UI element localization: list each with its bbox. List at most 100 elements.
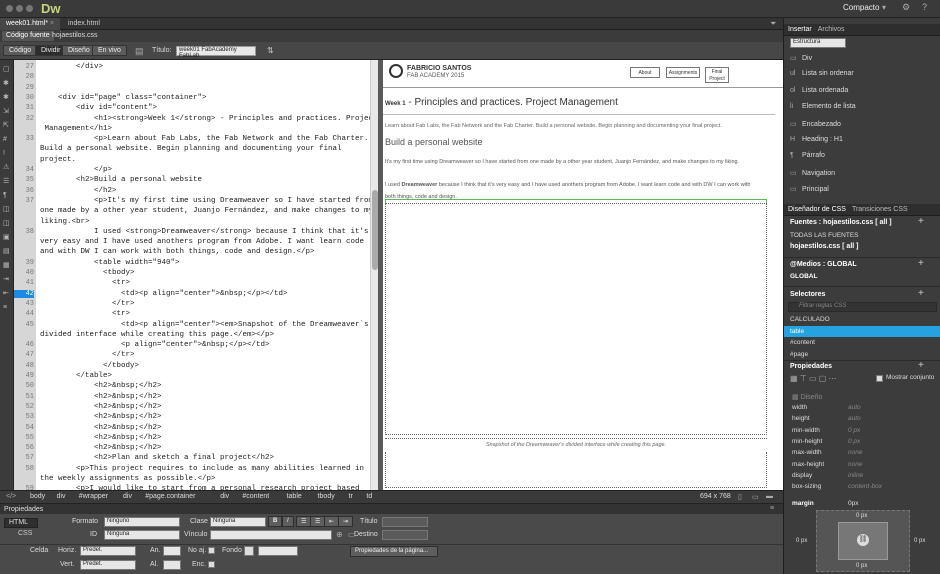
design-table-cell[interactable] — [385, 203, 767, 435]
page-icon[interactable]: ▤ — [135, 46, 144, 57]
expand-icon[interactable]: ✱ — [3, 94, 11, 102]
open-documents-icon[interactable]: ▢ — [3, 66, 11, 74]
css-property-value[interactable]: none — [848, 461, 862, 468]
close-window-button[interactable] — [6, 5, 13, 12]
insert-category-select[interactable]: Estructura — [790, 38, 846, 48]
margin-bottom-value[interactable]: 0 px — [856, 563, 867, 569]
code-editor[interactable]: </div> <div id="page" class="container">… — [36, 60, 370, 490]
add-property-icon[interactable]: + — [918, 360, 924, 371]
code-line[interactable]: </table> — [40, 372, 112, 380]
italic-button[interactable]: I — [282, 516, 294, 527]
minimize-window-button[interactable] — [16, 5, 23, 12]
code-line[interactable]: liking.<br> — [40, 218, 90, 226]
breadcrumb-item[interactable]: #content — [238, 493, 273, 502]
code-line[interactable]: <table width="940"> — [40, 259, 180, 267]
code-line[interactable]: and with DW I can work with both things,… — [40, 248, 315, 256]
filter-icon[interactable]: ⏷ — [770, 19, 776, 29]
live-view-button[interactable]: En vivo — [92, 45, 127, 56]
word-wrap-icon[interactable]: ☰ — [3, 178, 11, 186]
css-property-value[interactable]: content-box — [848, 483, 882, 490]
css-transitions-tab[interactable]: Transiciones CSS — [852, 206, 908, 213]
design-table-cell-2[interactable] — [385, 452, 767, 488]
layout-category-icon[interactable]: ▦ ⊤ ▭ ▢ ⋯ — [790, 374, 837, 383]
code-line[interactable]: project. — [40, 156, 76, 164]
desktop-size-icon[interactable]: ▬ — [766, 493, 773, 500]
breadcrumb-item[interactable]: tbody — [314, 493, 339, 502]
files-tab[interactable]: Archivos — [818, 26, 845, 33]
code-line[interactable]: </div> — [40, 63, 103, 71]
code-line[interactable]: <h2>&nbsp;</h2> — [40, 393, 162, 401]
nowrap-checkbox[interactable] — [208, 547, 215, 554]
zoom-window-button[interactable] — [26, 5, 33, 12]
indent-icon[interactable]: ⇥ — [3, 276, 11, 284]
breadcrumb-item[interactable]: #wrapper — [75, 493, 112, 502]
breadcrumb-item[interactable]: div — [119, 493, 136, 502]
indent-button-icon[interactable]: ⇥ — [338, 516, 354, 527]
code-line[interactable]: <p align="center">&nbsp;</p></td> — [40, 341, 270, 349]
tab-index[interactable]: index.html — [62, 18, 106, 30]
selector-item[interactable]: CALCULADO — [784, 314, 940, 325]
file-management-icon[interactable]: ⇅ — [267, 46, 274, 55]
code-line[interactable]: I used <strong>Dreamweaver</strong> beca… — [40, 228, 369, 236]
id-select[interactable]: Ninguna — [104, 530, 180, 540]
uncomment-icon[interactable]: ◫ — [3, 220, 11, 228]
cell-height-input[interactable] — [163, 560, 181, 570]
insert-item[interactable]: ¶ Párrafo — [790, 152, 825, 159]
code-line[interactable]: <tr> — [40, 310, 130, 318]
margin-left-value[interactable]: 0 px — [796, 538, 807, 544]
balance-braces-icon[interactable]: ⇱ — [3, 122, 11, 130]
code-line[interactable]: the weekly assignments as possible.</p> — [40, 475, 216, 483]
add-selector-icon[interactable]: + — [918, 288, 924, 299]
code-view-button[interactable]: Código — [3, 45, 38, 56]
bold-button[interactable]: B — [268, 516, 283, 527]
code-line[interactable]: <p>It's my first time using Dreamweaver … — [40, 197, 370, 205]
code-line[interactable]: <tr> — [40, 279, 130, 287]
page-properties-button[interactable]: Propiedades de la página... — [350, 546, 438, 557]
wrap-tag-icon[interactable]: ▣ — [3, 234, 11, 242]
code-line[interactable]: </tr> — [40, 351, 135, 359]
code-line[interactable]: <h2>&nbsp;</h2> — [40, 413, 162, 421]
code-line[interactable]: <p>This project requires to include as m… — [40, 465, 364, 473]
comment-icon[interactable]: ◫ — [3, 206, 11, 214]
breadcrumb-item[interactable]: body — [26, 493, 49, 502]
selector-item[interactable]: table — [784, 325, 940, 337]
breadcrumb-item[interactable]: table — [283, 493, 306, 502]
css-property-value[interactable]: 0 px — [848, 438, 860, 445]
css-property-value[interactable]: inline — [848, 472, 863, 479]
code-line[interactable]: </tr> — [40, 300, 135, 308]
code-line[interactable]: <h2>Build a personal website — [40, 176, 202, 184]
all-sources-item[interactable]: TODAS LAS FUENTES — [790, 232, 859, 239]
margin-top-value[interactable]: 0 px — [856, 513, 867, 519]
cell-width-input[interactable] — [163, 546, 181, 556]
code-line[interactable]: </h2> — [40, 187, 117, 195]
panel-menu-icon[interactable]: ≡ — [770, 505, 774, 512]
breadcrumb-item[interactable]: td — [362, 493, 376, 502]
code-line[interactable]: <h2>&nbsp;</h2> — [40, 444, 162, 452]
insert-item[interactable]: ▭ Div — [790, 54, 812, 62]
margin-value[interactable]: 0px — [848, 500, 858, 507]
css-property-value[interactable]: none — [848, 449, 862, 456]
code-line[interactable]: <td><p align="center">&nbsp;</p></td> — [40, 290, 288, 298]
insert-tab[interactable]: Insertar — [788, 26, 812, 33]
code-line[interactable]: Management</h1> — [40, 125, 113, 133]
syntax-error-icon[interactable]: ⚠ — [3, 164, 11, 172]
workspace-chevron-icon[interactable]: ▾ — [882, 3, 886, 12]
css-property-value[interactable]: auto — [848, 415, 861, 422]
insert-item[interactable]: ▭ Principal — [790, 185, 829, 193]
code-line[interactable]: <h2>&nbsp;</h2> — [40, 382, 162, 390]
css-file-link[interactable]: hojaestilos.css — [52, 32, 98, 39]
source-code-button[interactable]: Código fuente — [2, 31, 54, 41]
line-numbers-icon[interactable]: # — [3, 136, 11, 144]
css-property-value[interactable]: 0 px — [848, 427, 860, 434]
code-line[interactable]: very easy and I have used anothers progr… — [40, 238, 364, 246]
selector-item[interactable]: #page — [784, 349, 940, 360]
class-select[interactable]: Ninguna — [210, 517, 266, 527]
code-line[interactable]: <td><p align="center"><em>Snapshot of th… — [40, 321, 369, 329]
css-mode-button[interactable]: CSS — [4, 530, 38, 540]
filter-css-rules-input[interactable]: Filtrar reglas CSS — [788, 302, 937, 312]
breadcrumb-item[interactable]: #page.container — [141, 493, 199, 502]
code-scrollbar[interactable] — [370, 60, 378, 490]
tablet-size-icon[interactable]: ▭ — [752, 493, 759, 501]
show-set-checkbox[interactable] — [876, 375, 883, 382]
breadcrumb-item[interactable]: tr — [345, 493, 357, 502]
